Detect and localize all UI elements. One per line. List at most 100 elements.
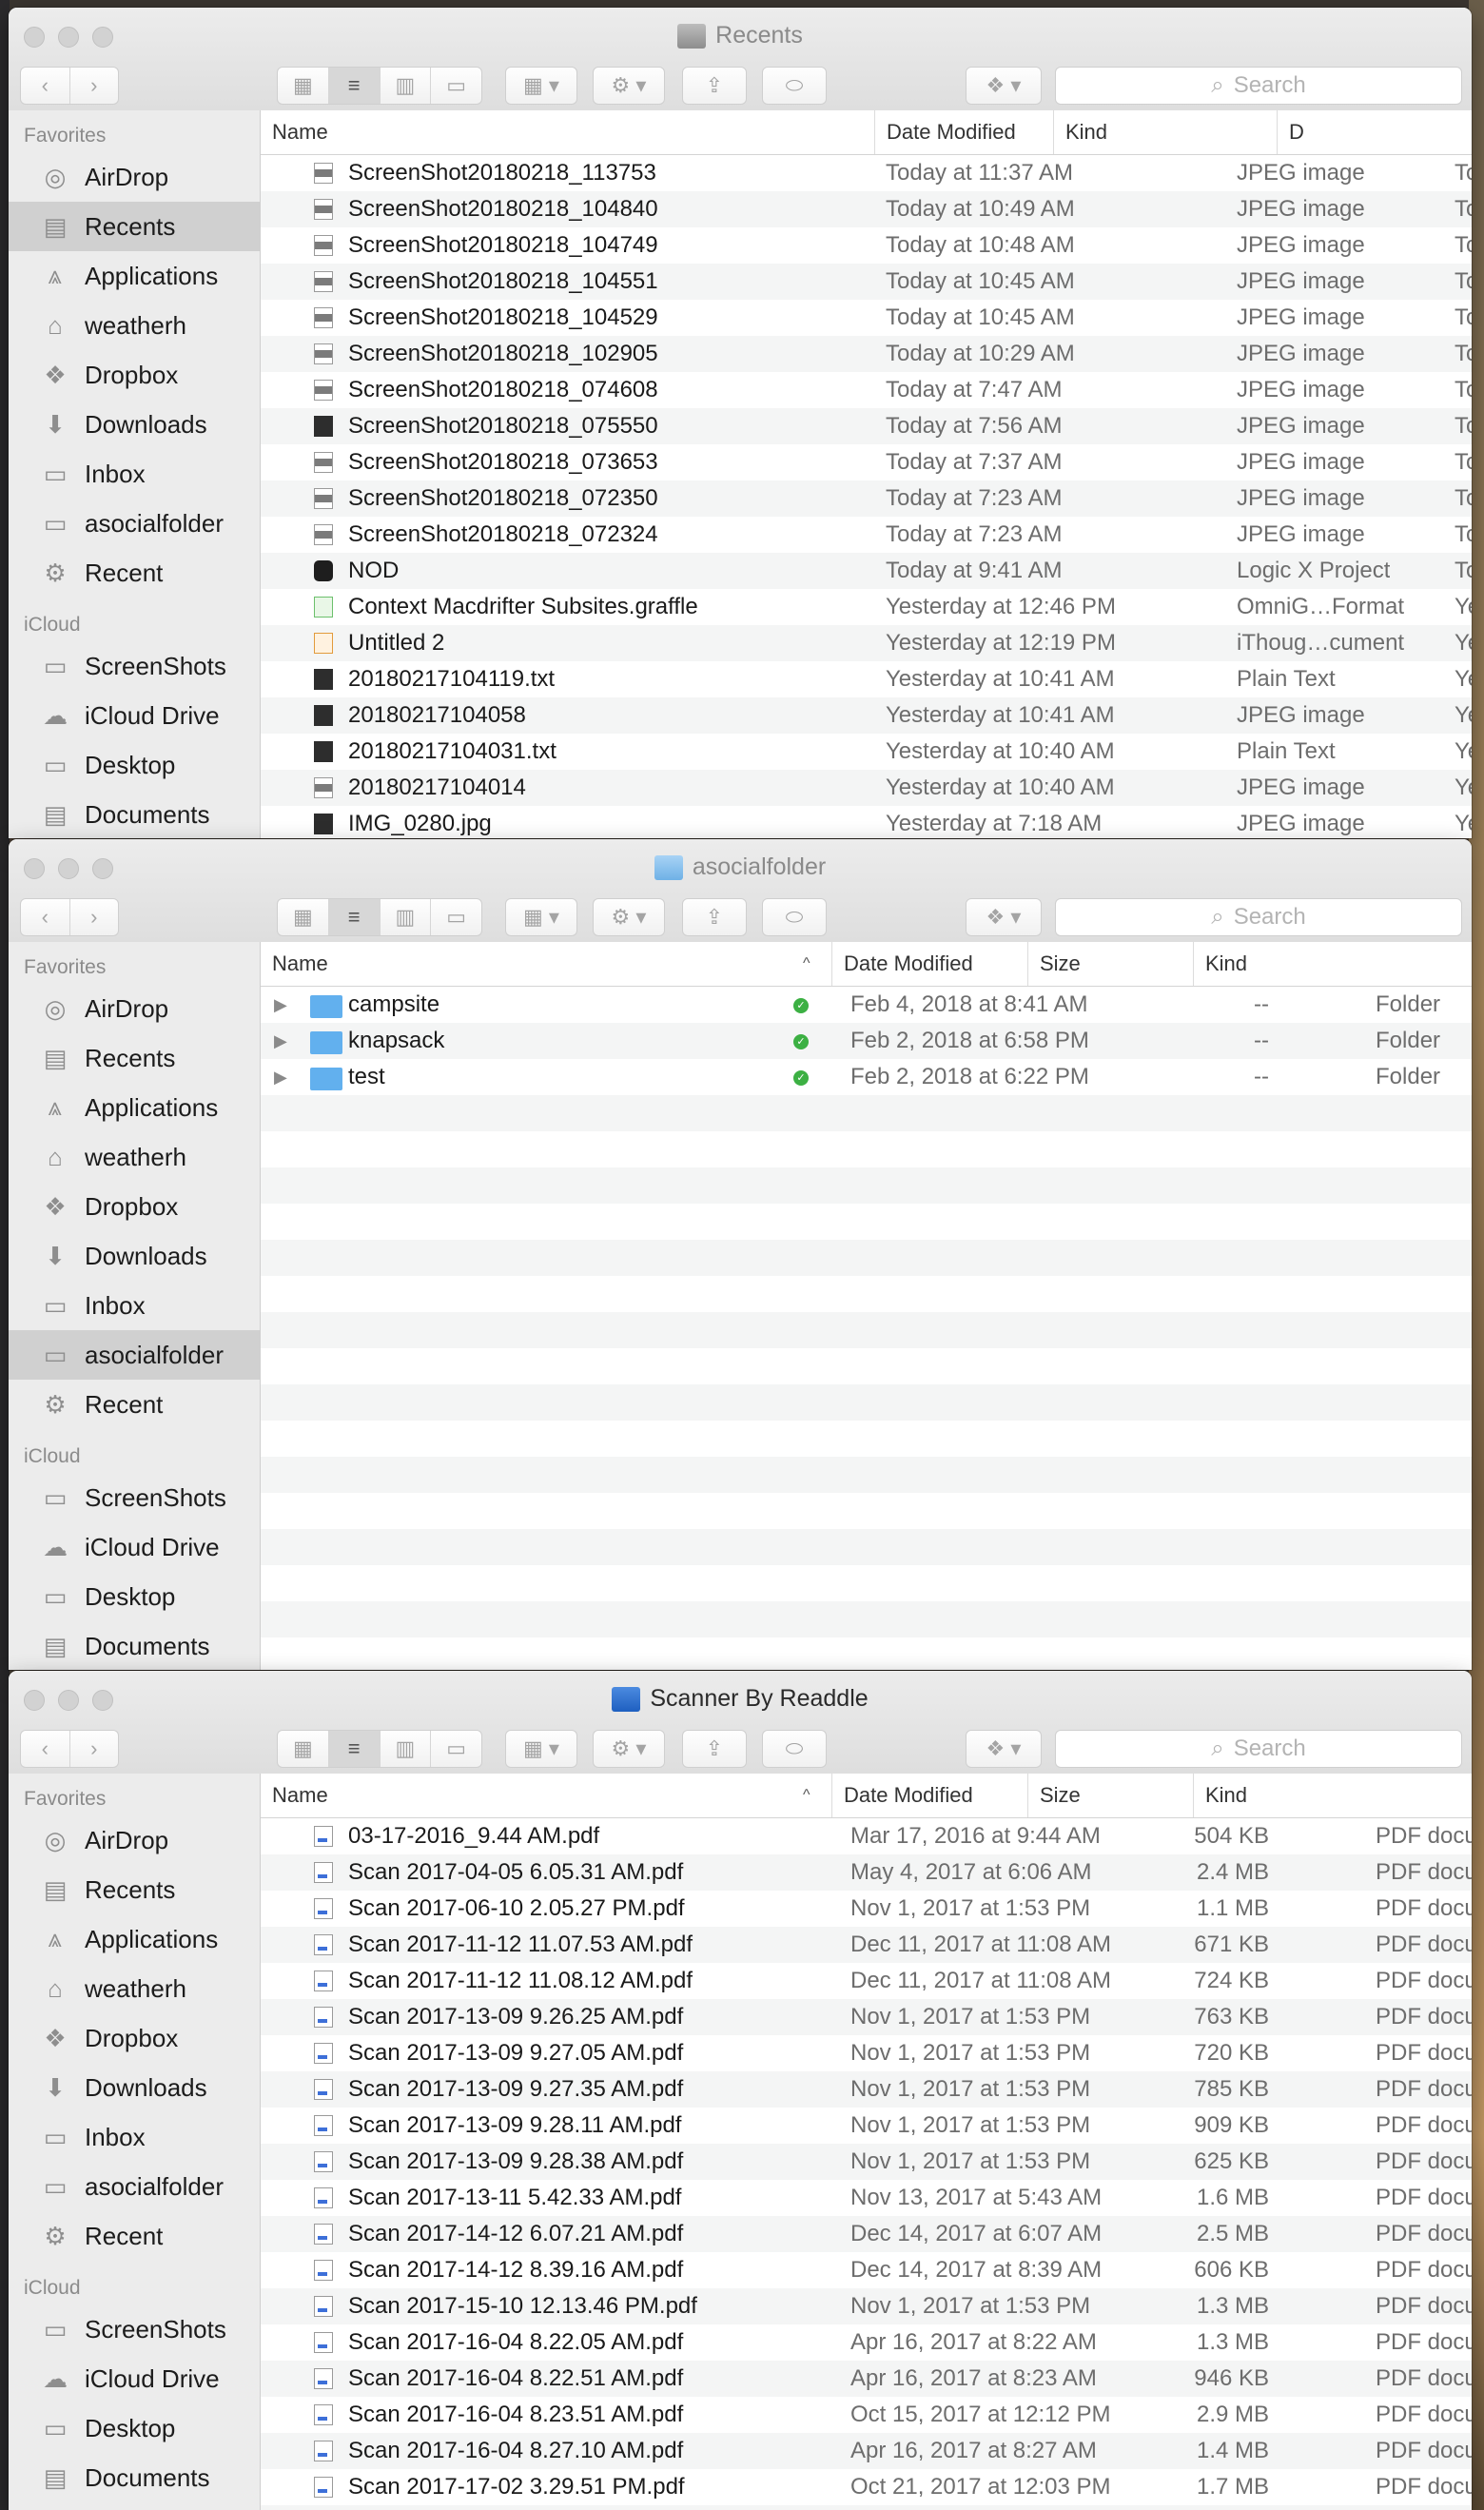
file-row[interactable]: Context Macdrifter Subsites.graffle Yeste…: [261, 589, 1472, 625]
sidebar-item-asocialfolder[interactable]: ▭ asocialfolder: [9, 1330, 260, 1380]
finder-window-1[interactable]: Recents ‹ › ▦ ≡ ▥ ▭ ▦ ▾ ⚙ ▾ ⇪ ⬭ ❖ ▾ ⌕ Search Favorites…: [9, 8, 1472, 838]
file-row[interactable]: Scan 2017-16-04 8.22.05 AM.pdf Apr 16, 20…: [261, 2324, 1472, 2361]
dropbox-toolbar-button[interactable]: ❖ ▾: [966, 1730, 1042, 1768]
column-header-date-modified[interactable]: Date Modified: [831, 942, 1027, 986]
sidebar-item-inbox[interactable]: ▭ Inbox: [9, 1281, 260, 1330]
file-row[interactable]: Untitled 2 Yesterday at 12:19 PM iThoug…cu…: [261, 625, 1472, 661]
group-by-button[interactable]: ▦ ▾: [505, 898, 577, 936]
gallery-view-button[interactable]: ▭: [431, 899, 481, 935]
back-forward-buttons[interactable]: ‹ ›: [20, 67, 119, 105]
share-button[interactable]: ⇪: [682, 1730, 747, 1768]
file-row[interactable]: 20180217104031.txt Yesterday at 10:40 AM P…: [261, 734, 1472, 770]
file-row[interactable]: 20180217104119.txt Yesterday at 10:41 AM P…: [261, 661, 1472, 697]
dropbox-toolbar-button[interactable]: ❖ ▾: [966, 67, 1042, 105]
file-row[interactable]: Scan 2017-17-02 3.29.51 PM.pdf Oct 21, 20…: [261, 2469, 1472, 2505]
column-header-size[interactable]: Size: [1027, 1774, 1193, 1817]
file-row[interactable]: Scan 2017-11-12 11.07.53 AM.pdf Dec 11, 2…: [261, 1927, 1472, 1963]
sidebar-item-dropbox[interactable]: ❖ Dropbox: [9, 350, 260, 400]
action-button[interactable]: ⚙ ▾: [593, 67, 665, 105]
file-row[interactable]: ScreenShot20180218_075550 Today at 7:56 A…: [261, 408, 1472, 444]
tags-button[interactable]: ⬭: [762, 898, 827, 936]
column-header-name[interactable]: Name: [261, 942, 831, 986]
file-row[interactable]: Scan 2017-13-09 9.28.38 AM.pdf Nov 1, 201…: [261, 2144, 1472, 2180]
gallery-view-button[interactable]: ▭: [431, 1731, 481, 1767]
file-row[interactable]: Scan 2017-06-10 2.05.27 PM.pdf Nov 1, 201…: [261, 1891, 1472, 1927]
file-row[interactable]: 20180217104014 Yesterday at 10:40 AM JPEG …: [261, 770, 1472, 806]
sidebar-item-airdrop[interactable]: ◎ AirDrop: [9, 984, 260, 1033]
tags-button[interactable]: ⬭: [762, 67, 827, 105]
search-field[interactable]: ⌕ Search: [1055, 898, 1462, 936]
forward-button[interactable]: ›: [70, 68, 119, 104]
sidebar-item-screenshots[interactable]: ▭ ScreenShots: [9, 1473, 260, 1522]
action-button[interactable]: ⚙ ▾: [593, 898, 665, 936]
sidebar-item-screenshots[interactable]: ▭ ScreenShots: [9, 2304, 260, 2354]
back-forward-buttons[interactable]: ‹ ›: [20, 1730, 119, 1768]
back-forward-buttons[interactable]: ‹ ›: [20, 898, 119, 936]
file-row[interactable]: 03-17-2016_9.44 AM.pdf Mar 17, 2016 at 9:…: [261, 1818, 1472, 1854]
window-titlebar[interactable]: Recents ‹ › ▦ ≡ ▥ ▭ ▦ ▾ ⚙ ▾ ⇪ ⬭ ❖ ▾ ⌕ Search: [9, 8, 1472, 111]
sidebar-item-icloud-drive[interactable]: ☁ iCloud Drive: [9, 691, 260, 740]
window-titlebar[interactable]: asocialfolder ‹ › ▦ ≡ ▥ ▭ ▦ ▾ ⚙ ▾ ⇪ ⬭ ❖ ▾ ⌕ Search: [9, 839, 1472, 943]
sidebar-item-weatherh[interactable]: ⌂ weatherh: [9, 1132, 260, 1182]
sidebar-item-recent[interactable]: ⚙ Recent: [9, 2211, 260, 2261]
column-header-name[interactable]: Name: [261, 110, 874, 154]
column-view-button[interactable]: ▥: [381, 899, 432, 935]
column-header-size[interactable]: Size: [1027, 942, 1193, 986]
file-row[interactable]: Scan 2017-13-09 9.28.11 AM.pdf Nov 1, 201…: [261, 2108, 1472, 2144]
file-row[interactable]: ScreenShot20180218_072324 Today at 7:23 A…: [261, 517, 1472, 553]
share-button[interactable]: ⇪: [682, 67, 747, 105]
file-row[interactable]: Scan 2017-16-04 8.22.51 AM.pdf Apr 16, 20…: [261, 2361, 1472, 2397]
sidebar-item-applications[interactable]: ⩓ Applications: [9, 1914, 260, 1964]
column-header-extra[interactable]: D: [1277, 110, 1472, 154]
file-row[interactable]: Scan 2017-14-12 6.07.21 AM.pdf Dec 14, 20…: [261, 2216, 1472, 2252]
sort-ascending-icon[interactable]: ^: [803, 942, 810, 986]
disclosure-triangle-icon[interactable]: ▶: [274, 1023, 287, 1059]
column-view-button[interactable]: ▥: [381, 1731, 432, 1767]
view-mode-control[interactable]: ▦ ≡ ▥ ▭: [277, 67, 482, 105]
icon-view-button[interactable]: ▦: [278, 68, 329, 104]
column-header-date-modified[interactable]: Date Modified: [831, 1774, 1027, 1817]
sidebar-item-dropbox[interactable]: ❖ Dropbox: [9, 1182, 260, 1231]
sort-ascending-icon[interactable]: ^: [803, 1774, 810, 1817]
view-mode-control[interactable]: ▦ ≡ ▥ ▭: [277, 1730, 482, 1768]
file-row[interactable]: NOD Today at 9:41 AM Logic X Project To: [261, 553, 1472, 589]
sidebar-item-desktop[interactable]: ▭ Desktop: [9, 1572, 260, 1621]
action-button[interactable]: ⚙ ▾: [593, 1730, 665, 1768]
file-row[interactable]: ▶ ✓ knapsack Feb 2, 2018 at 6:58 PM -- Folder: [261, 1023, 1472, 1059]
file-row[interactable]: Scan 2017-16-04 8.27.10 AM.pdf Apr 16, 20…: [261, 2433, 1472, 2469]
column-header-kind[interactable]: Kind: [1193, 942, 1472, 986]
group-by-button[interactable]: ▦ ▾: [505, 1730, 577, 1768]
file-row[interactable]: Scan 2017-15-10 12.13.46 PM.pdf Nov 1, 20…: [261, 2288, 1472, 2324]
sidebar-item-weatherh[interactable]: ⌂ weatherh: [9, 1964, 260, 2013]
file-row[interactable]: ScreenShot20180218_072350 Today at 7:23 A…: [261, 480, 1472, 517]
file-row[interactable]: Scan 2017-16-04 8.23.51 AM.pdf Oct 15, 20…: [261, 2397, 1472, 2433]
file-row[interactable]: ScreenShot20180218_113753 Today at 11:37 …: [261, 155, 1472, 191]
file-row[interactable]: ScreenShot20180218_104529 Today at 10:45 …: [261, 300, 1472, 336]
dropbox-toolbar-button[interactable]: ❖ ▾: [966, 898, 1042, 936]
icon-view-button[interactable]: ▦: [278, 1731, 329, 1767]
sidebar-item-icloud-drive[interactable]: ☁ iCloud Drive: [9, 1522, 260, 1572]
back-button[interactable]: ‹: [21, 1731, 70, 1767]
list-view-button[interactable]: ≡: [328, 1731, 381, 1767]
sidebar-item-downloads[interactable]: ⬇ Downloads: [9, 1231, 260, 1281]
group-by-button[interactable]: ▦ ▾: [505, 67, 577, 105]
view-mode-control[interactable]: ▦ ≡ ▥ ▭: [277, 898, 482, 936]
sidebar-item-recents[interactable]: ▤ Recents: [9, 1865, 260, 1914]
column-header-kind[interactable]: Kind: [1053, 110, 1277, 154]
file-row[interactable]: IMG_0280.jpg Yesterday at 7:18 AM JPEG ima…: [261, 806, 1472, 838]
disclosure-triangle-icon[interactable]: ▶: [274, 987, 287, 1023]
sidebar-item-inbox[interactable]: ▭ Inbox: [9, 2112, 260, 2162]
file-row[interactable]: ScreenShot20180218_104749 Today at 10:48 …: [261, 227, 1472, 264]
file-row[interactable]: ▶ ✓ test Feb 2, 2018 at 6:22 PM -- Folder: [261, 1059, 1472, 1095]
search-field[interactable]: ⌕ Search: [1055, 1730, 1462, 1768]
sidebar-item-applications[interactable]: ⩓ Applications: [9, 251, 260, 301]
file-row[interactable]: Scan 2017-13-11 5.42.33 AM.pdf Nov 13, 20…: [261, 2180, 1472, 2216]
file-row[interactable]: ScreenShot20180218_073653 Today at 7:37 A…: [261, 444, 1472, 480]
column-header-date-modified[interactable]: Date Modified: [874, 110, 1053, 154]
sidebar-item-recents[interactable]: ▤ Recents: [9, 202, 260, 251]
file-row[interactable]: Scan 2017-13-09 9.26.25 AM.pdf Nov 1, 201…: [261, 1999, 1472, 2035]
file-row[interactable]: ▶ ✓ campsite Feb 4, 2018 at 8:41 AM -- Folder: [261, 987, 1472, 1023]
file-row[interactable]: ScreenShot20180218_104840 Today at 10:49 …: [261, 191, 1472, 227]
finder-window-3[interactable]: Scanner By Readdle ‹ › ▦ ≡ ▥ ▭ ▦ ▾ ⚙ ▾ ⇪ ⬭ ❖ ▾ ⌕ Sear…: [9, 1671, 1472, 2510]
file-row[interactable]: ScreenShot20180218_074608 Today at 7:47 A…: [261, 372, 1472, 408]
